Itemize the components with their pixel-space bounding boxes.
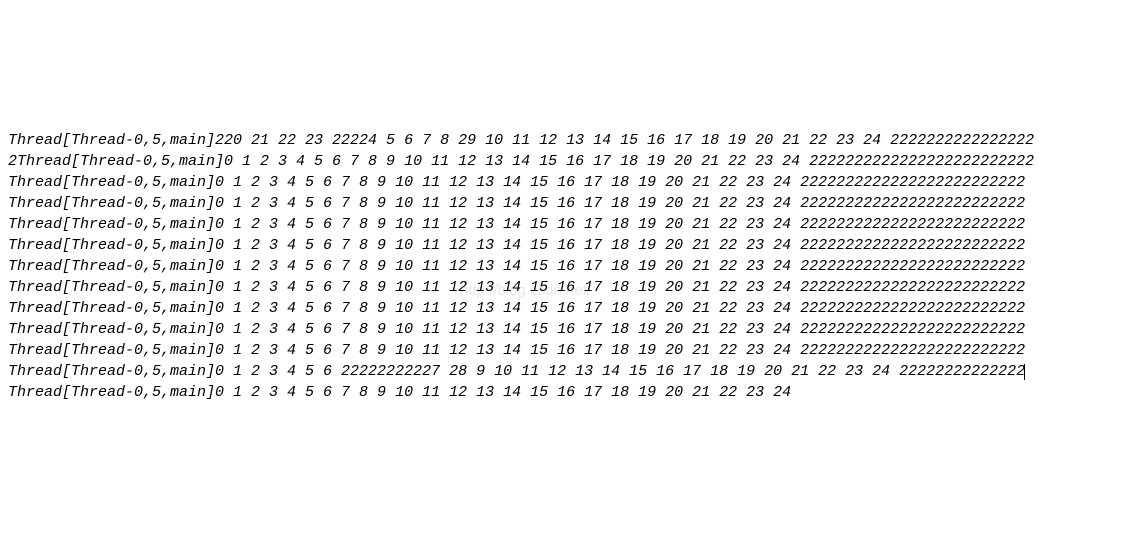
console-output: Thread[Thread-0,5,main]220 21 22 23 2222…	[8, 130, 1131, 403]
console-line: Thread[Thread-0,5,main]0 1 2 3 4 5 6 7 8…	[8, 382, 1131, 403]
console-line: Thread[Thread-0,5,main]0 1 2 3 4 5 6 7 8…	[8, 319, 1131, 340]
console-line: Thread[Thread-0,5,main]0 1 2 3 4 5 6 7 8…	[8, 214, 1131, 235]
console-line: Thread[Thread-0,5,main]0 1 2 3 4 5 6 222…	[8, 361, 1131, 382]
console-line: Thread[Thread-0,5,main]0 1 2 3 4 5 6 7 8…	[8, 277, 1131, 298]
console-line: 2Thread[Thread-0,5,main]0 1 2 3 4 5 6 7 …	[8, 151, 1131, 172]
text-cursor	[1024, 364, 1025, 380]
console-line: Thread[Thread-0,5,main]220 21 22 23 2222…	[8, 130, 1131, 151]
console-line: Thread[Thread-0,5,main]0 1 2 3 4 5 6 7 8…	[8, 172, 1131, 193]
console-line: Thread[Thread-0,5,main]0 1 2 3 4 5 6 7 8…	[8, 256, 1131, 277]
console-line: Thread[Thread-0,5,main]0 1 2 3 4 5 6 7 8…	[8, 235, 1131, 256]
console-line: Thread[Thread-0,5,main]0 1 2 3 4 5 6 7 8…	[8, 193, 1131, 214]
console-line: Thread[Thread-0,5,main]0 1 2 3 4 5 6 7 8…	[8, 340, 1131, 361]
console-line: Thread[Thread-0,5,main]0 1 2 3 4 5 6 7 8…	[8, 298, 1131, 319]
